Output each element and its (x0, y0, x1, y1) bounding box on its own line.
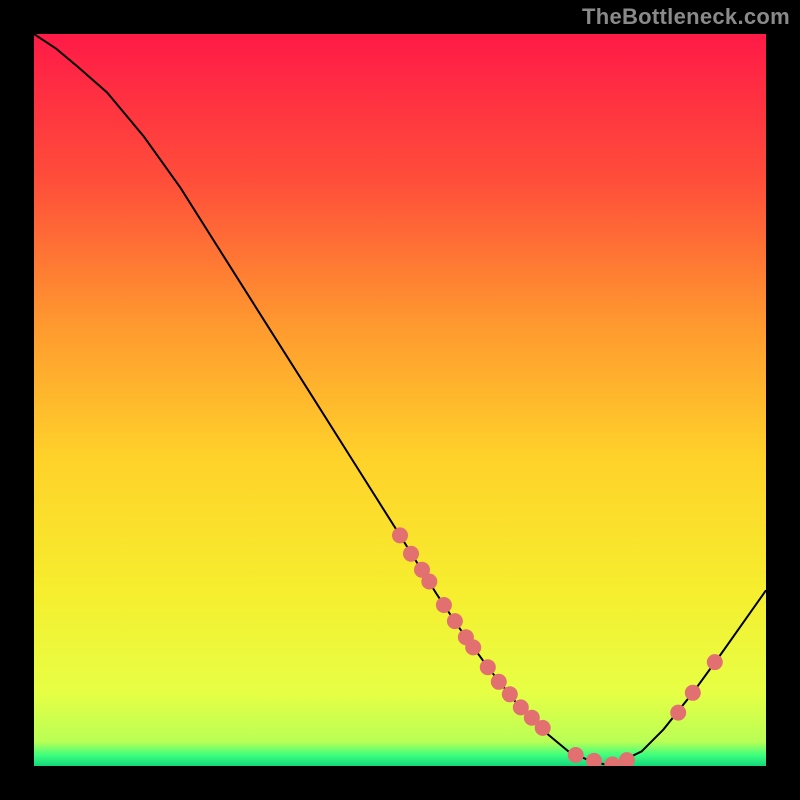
data-marker (480, 659, 496, 675)
data-marker (502, 686, 518, 702)
data-marker (436, 597, 452, 613)
bottleneck-curve-plot (34, 34, 766, 766)
watermark: TheBottleneck.com (582, 4, 790, 30)
data-marker (421, 574, 437, 590)
data-marker (707, 654, 723, 670)
data-marker (670, 705, 686, 721)
data-marker (685, 685, 701, 701)
data-marker (403, 546, 419, 562)
data-marker (447, 613, 463, 629)
data-marker (535, 720, 551, 736)
data-marker (392, 527, 408, 543)
chart-container: TheBottleneck.com (0, 0, 800, 800)
data-marker (465, 639, 481, 655)
gradient-background (34, 34, 766, 766)
data-marker (491, 674, 507, 690)
data-marker (568, 747, 584, 763)
